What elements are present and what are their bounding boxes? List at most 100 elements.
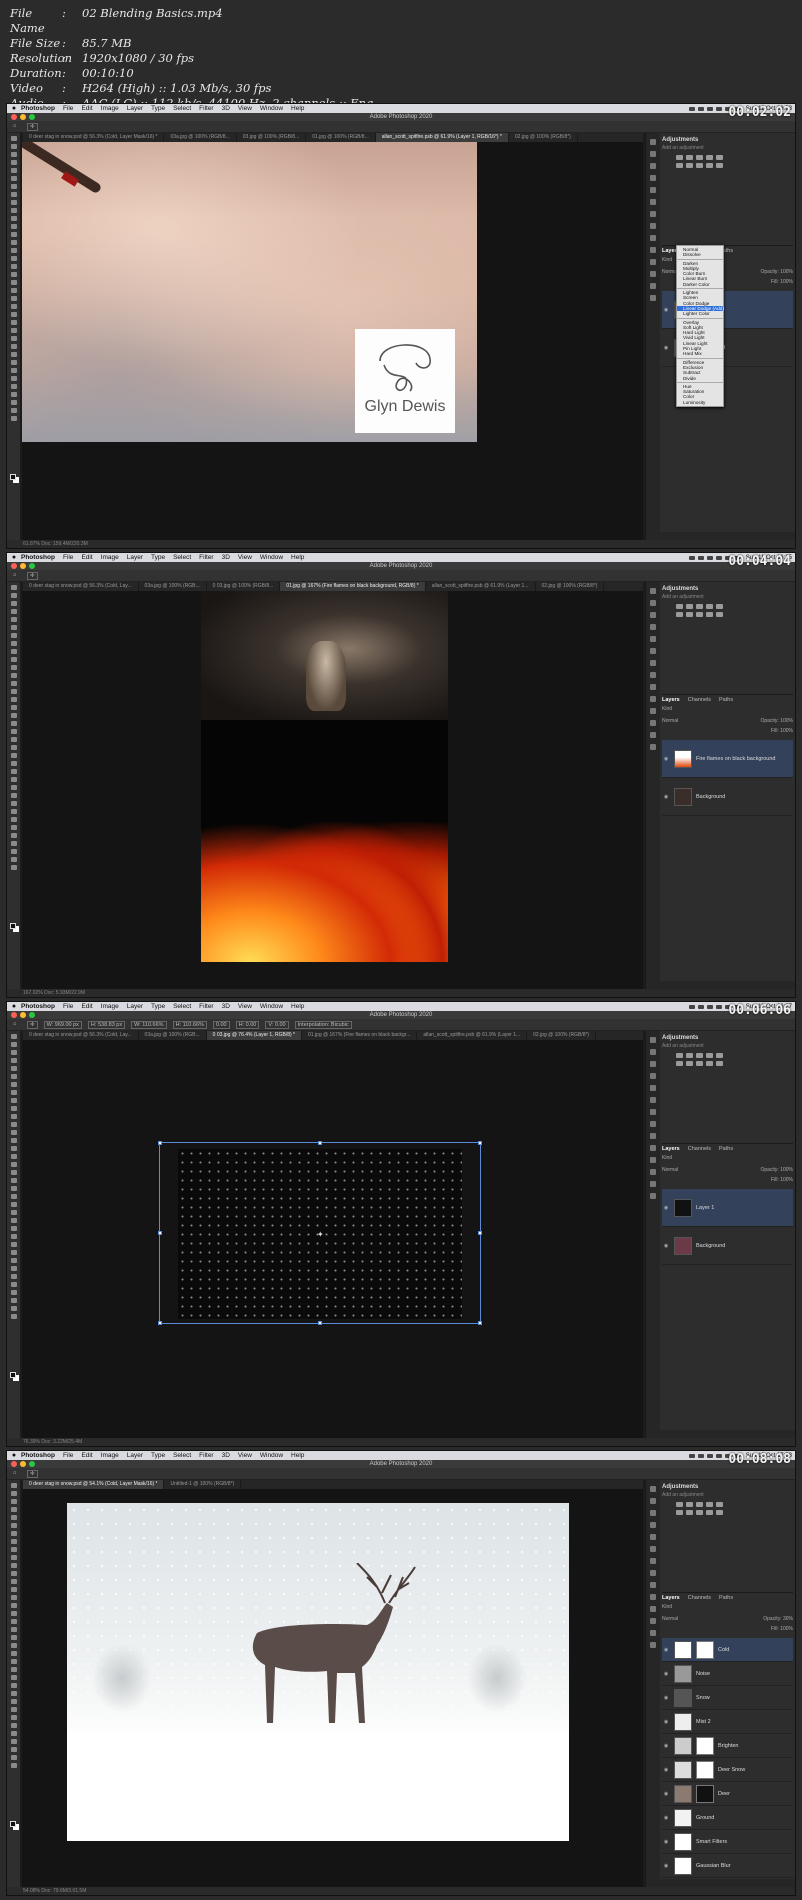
panel-icon[interactable] (650, 600, 656, 606)
tool-icon[interactable] (10, 1146, 17, 1151)
menu-item[interactable]: File (63, 1452, 73, 1459)
status-icon[interactable] (688, 1004, 695, 1009)
menu-item[interactable]: 3D (222, 554, 230, 561)
document-tab[interactable]: Untitled-1 @ 100% (RGB/8*) (164, 1480, 242, 1489)
tool-icon[interactable] (10, 1675, 17, 1680)
panel-icon[interactable] (650, 283, 656, 289)
panel-icon[interactable] (650, 1133, 656, 1139)
menu-item[interactable]: Filter (199, 105, 213, 112)
transform-bounding-box[interactable]: ✦ (158, 1141, 482, 1325)
tool-icon[interactable] (10, 1226, 17, 1231)
menu-item[interactable]: Filter (199, 1003, 213, 1010)
tool-icon[interactable] (10, 833, 17, 838)
tool-icon[interactable] (10, 1683, 17, 1688)
menu-item[interactable]: Help (291, 1003, 304, 1010)
opacity-field[interactable]: Opacity: 100% (760, 1167, 793, 1175)
adjustment-icon[interactable] (676, 612, 683, 617)
document-tab[interactable]: 0 03.jpg @ 76.4% (Layer 1, RGB/8) * (206, 1031, 302, 1040)
status-icon[interactable] (706, 1004, 713, 1009)
tool-icon[interactable] (10, 400, 17, 405)
adjustment-icon[interactable] (676, 1510, 683, 1515)
menu-item[interactable]: Edit (81, 1452, 92, 1459)
canvas-area[interactable] (22, 1489, 643, 1887)
menu-item[interactable]: Help (291, 554, 304, 561)
tool-icon[interactable] (10, 312, 17, 317)
tool-icon[interactable] (10, 192, 17, 197)
panel-icon[interactable] (650, 1181, 656, 1187)
adjustment-icon[interactable] (716, 1502, 723, 1507)
blend-mode-dropdown[interactable]: Normal Dissolve Darken Multiply Color Burn Li… (676, 245, 724, 408)
tool-icon[interactable] (10, 256, 17, 261)
apple-icon[interactable]: ● (7, 105, 21, 112)
tool-icon[interactable] (10, 697, 17, 702)
menu-item[interactable]: Filter (199, 554, 213, 561)
tool-icon[interactable] (10, 280, 17, 285)
menu-item[interactable]: 3D (222, 1452, 230, 1459)
tool-icon[interactable] (10, 408, 17, 413)
menu-item[interactable]: View (238, 1003, 252, 1010)
layer-row[interactable]: ◉ Deer Snow (662, 1758, 793, 1782)
status-icon[interactable] (715, 555, 722, 560)
panel-icon[interactable] (650, 660, 656, 666)
tool-icon[interactable] (10, 641, 17, 646)
adjustment-icon[interactable] (716, 1053, 723, 1058)
minimize-window-button[interactable] (20, 1461, 26, 1467)
tool-icon[interactable] (10, 1715, 17, 1720)
minimize-window-button[interactable] (20, 1012, 26, 1018)
transform-option-field[interactable]: H: 110.66% (172, 1020, 207, 1029)
zoom-window-button[interactable] (29, 114, 35, 120)
menu-item[interactable]: Image (101, 554, 119, 561)
tool-icon[interactable] (10, 360, 17, 365)
tool-icon[interactable] (10, 384, 17, 389)
panel-icon[interactable] (650, 1193, 656, 1199)
tool-icon[interactable] (10, 825, 17, 830)
visibility-eye-icon[interactable]: ◉ (662, 1719, 670, 1725)
panel-icon[interactable] (650, 271, 656, 277)
tool-icon[interactable] (10, 801, 17, 806)
layer-row[interactable]: ◉ Gaussian Blur (662, 1854, 793, 1878)
panel-icon[interactable] (650, 720, 656, 726)
visibility-eye-icon[interactable]: ◉ (662, 1743, 670, 1749)
tool-icon[interactable] (10, 1667, 17, 1672)
tool-icon[interactable] (10, 1531, 17, 1536)
menu-item[interactable]: 3D (222, 1003, 230, 1010)
transform-option-field[interactable]: W: 110.66% (131, 1020, 167, 1029)
menu-item[interactable]: Edit (81, 105, 92, 112)
foreground-color-swatch[interactable] (10, 474, 16, 480)
panel-icon[interactable] (650, 175, 656, 181)
panel-icon[interactable] (650, 151, 656, 157)
adjustment-icon[interactable] (686, 163, 693, 168)
menu-item[interactable]: Type (151, 1003, 165, 1010)
foreground-color-swatch[interactable] (10, 1372, 16, 1378)
zoom-window-button[interactable] (29, 563, 35, 569)
transform-option-field[interactable]: Interpolation: Bicubic (294, 1020, 352, 1029)
menu-item[interactable]: Image (101, 1003, 119, 1010)
layer-row[interactable]: ◉ Layer 1 (662, 1189, 793, 1227)
panel-icon[interactable] (650, 1582, 656, 1588)
tool-icon[interactable] (10, 705, 17, 710)
menu-item[interactable]: File (63, 554, 73, 561)
tool-icon[interactable] (10, 1186, 17, 1191)
minimize-window-button[interactable] (20, 563, 26, 569)
adjustment-icon[interactable] (696, 612, 703, 617)
blend-mode-select[interactable]: Normal (662, 718, 678, 726)
tool-icon[interactable] (10, 1058, 17, 1063)
blend-mode-select[interactable]: Normal (662, 1167, 678, 1175)
panel-icon[interactable] (650, 636, 656, 642)
document-tab[interactable]: 01.jpg @ 100% (RGB/8... (306, 133, 376, 142)
panel-icon[interactable] (650, 1594, 656, 1600)
layer-kind-filter[interactable]: Kind (662, 1155, 793, 1163)
tool-icon[interactable] (10, 1162, 17, 1167)
tool-icon[interactable] (10, 1651, 17, 1656)
menu-item[interactable]: Photoshop (21, 1452, 55, 1459)
transform-handle[interactable] (318, 1141, 322, 1145)
layer-thumbnail[interactable] (674, 1784, 692, 1803)
status-icon[interactable] (715, 106, 722, 111)
tool-icon[interactable] (10, 272, 17, 277)
panel-icon[interactable] (650, 1109, 656, 1115)
adjustment-icon[interactable] (676, 604, 683, 609)
visibility-eye-icon[interactable]: ◉ (662, 307, 670, 313)
foreground-color-swatch[interactable] (10, 1821, 16, 1827)
layer-thumbnail[interactable] (674, 1712, 692, 1731)
home-icon[interactable]: ⌂ (13, 1470, 21, 1478)
